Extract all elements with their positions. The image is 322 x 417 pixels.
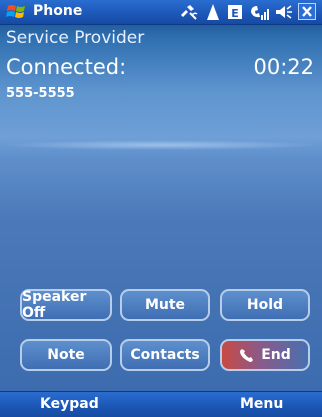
phone-signal-icon[interactable] [249,3,271,21]
call-status: Connected: [6,55,127,79]
signal-antenna-icon[interactable] [206,3,220,21]
end-call-button[interactable]: End [220,339,310,371]
end-label: End [261,347,291,363]
contacts-button[interactable]: Contacts [120,339,210,371]
phone-handset-icon [240,349,254,362]
hold-button[interactable]: Hold [220,289,310,321]
note-button[interactable]: Note [20,339,112,371]
mute-label: Mute [144,297,186,313]
volume-icon[interactable] [274,3,294,21]
service-provider-label: Service Provider [6,28,145,48]
softkey-bar: Keypad Menu [0,391,322,417]
connectivity-icon[interactable] [178,3,200,21]
phone-screen: Phone E Service Provider Connected: 00:2… [0,0,322,417]
keypad-softkey[interactable]: Keypad [40,396,99,412]
app-title: Phone [33,3,83,19]
phone-number: 555-5555 [6,86,75,101]
speaker-off-label: Speaker Off [22,289,87,321]
start-logo-icon[interactable] [6,3,28,21]
contacts-label: Contacts [130,347,200,363]
close-button[interactable] [298,3,316,20]
divider-sheen [0,140,322,150]
note-label: Note [47,347,85,363]
title-bar: Phone E [0,0,322,25]
mute-button[interactable]: Mute [120,289,210,321]
close-icon [302,6,312,17]
call-duration: 00:22 [253,55,314,79]
speaker-off-button[interactable]: Speaker Off [20,289,112,321]
svg-text:E: E [231,7,239,20]
edge-data-icon[interactable]: E [227,3,243,21]
menu-softkey[interactable]: Menu [240,396,283,412]
hold-label: Hold [246,297,284,313]
